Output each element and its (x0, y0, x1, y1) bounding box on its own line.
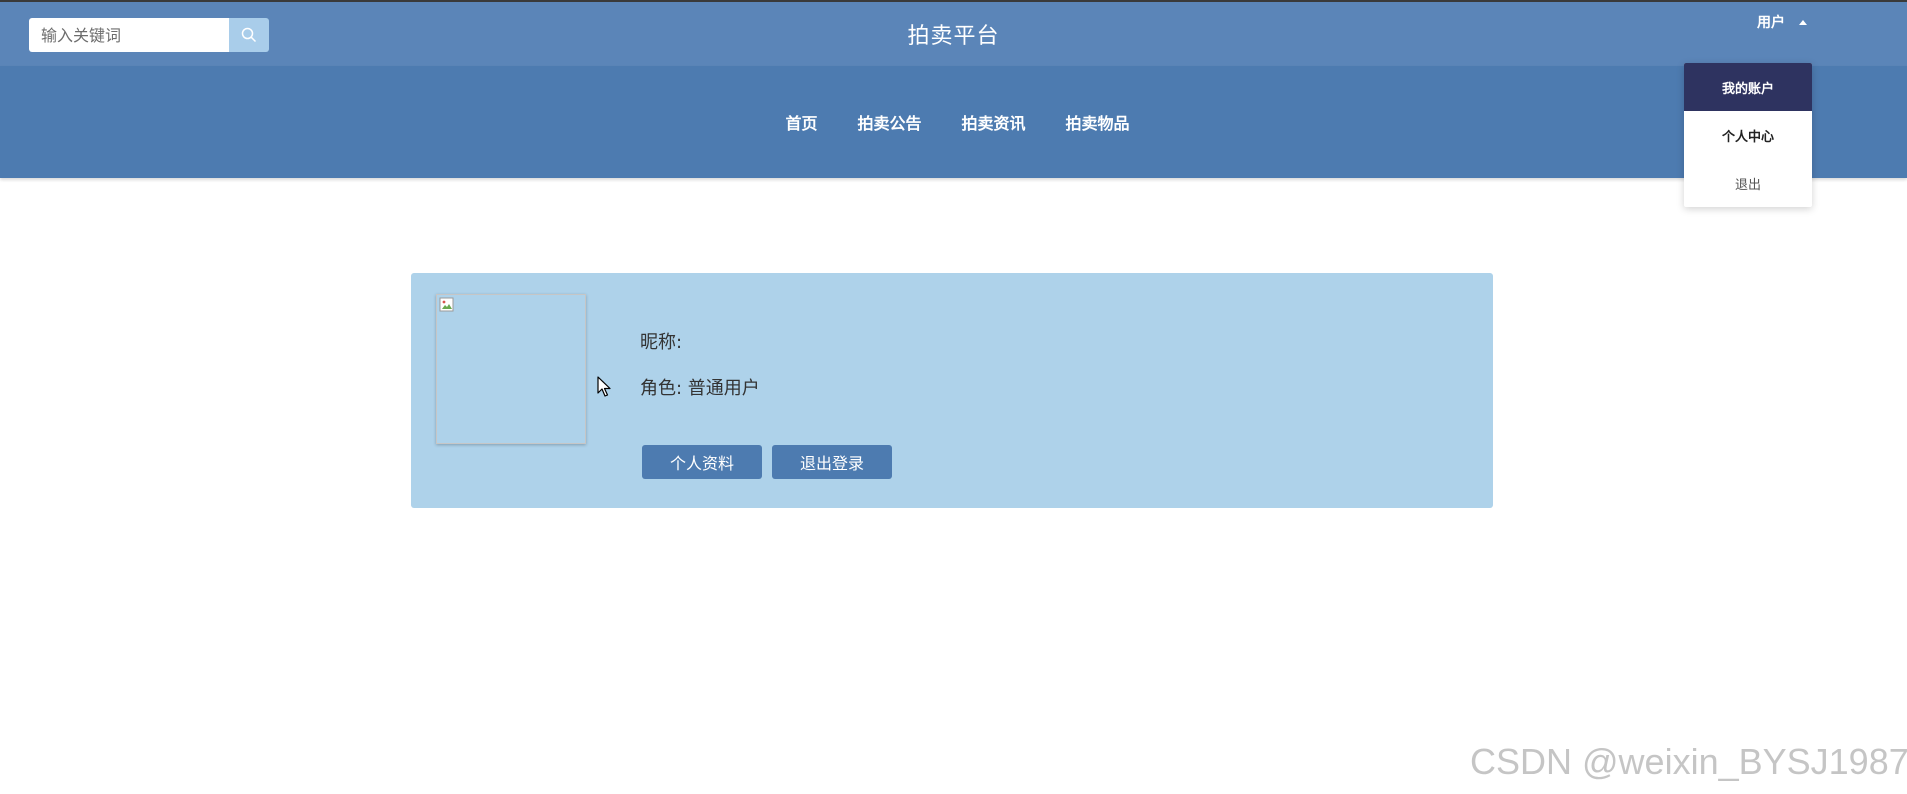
page: 拍卖平台 用户 首页 拍卖公告 拍卖资讯 拍卖物品 我的账户 个人中心 退出 昵… (0, 0, 1907, 794)
nav-items: 首页 拍卖公告 拍卖资讯 拍卖物品 (0, 66, 1907, 178)
watermark-text: CSDN @weixin_BYSJ1987 (1470, 741, 1907, 782)
profile-button[interactable]: 个人资料 (642, 445, 762, 479)
top-bar: 拍卖平台 用户 (0, 0, 1907, 66)
user-dropdown-menu: 我的账户 个人中心 退出 (1684, 63, 1812, 207)
logout-button[interactable]: 退出登录 (772, 445, 892, 479)
user-menu-trigger[interactable]: 用户 (1757, 12, 1807, 32)
nav-item-auction-news[interactable]: 拍卖资讯 (962, 110, 1026, 134)
broken-image-icon (439, 297, 454, 312)
dropdown-item-logout[interactable]: 退出 (1684, 159, 1812, 207)
nav-item-home[interactable]: 首页 (785, 110, 817, 134)
avatar (436, 294, 586, 444)
dropdown-item-my-account[interactable]: 我的账户 (1684, 63, 1812, 111)
dropdown-item-personal-center[interactable]: 个人中心 (1684, 111, 1812, 159)
nav-item-auction-notices[interactable]: 拍卖公告 (857, 110, 921, 134)
profile-card: 昵称: 角色: 普通用户 个人资料 退出登录 (411, 273, 1493, 508)
nav-item-auction-items[interactable]: 拍卖物品 (1066, 110, 1130, 134)
mouse-cursor-icon (597, 376, 611, 397)
nickname-text: 昵称: (640, 332, 683, 353)
main-nav: 首页 拍卖公告 拍卖资讯 拍卖物品 (0, 66, 1907, 178)
caret-up-icon (1799, 19, 1807, 25)
user-menu-label: 用户 (1757, 15, 1785, 31)
site-title: 拍卖平台 (907, 24, 1000, 49)
role-text: 角色: 普通用户 (640, 378, 760, 399)
